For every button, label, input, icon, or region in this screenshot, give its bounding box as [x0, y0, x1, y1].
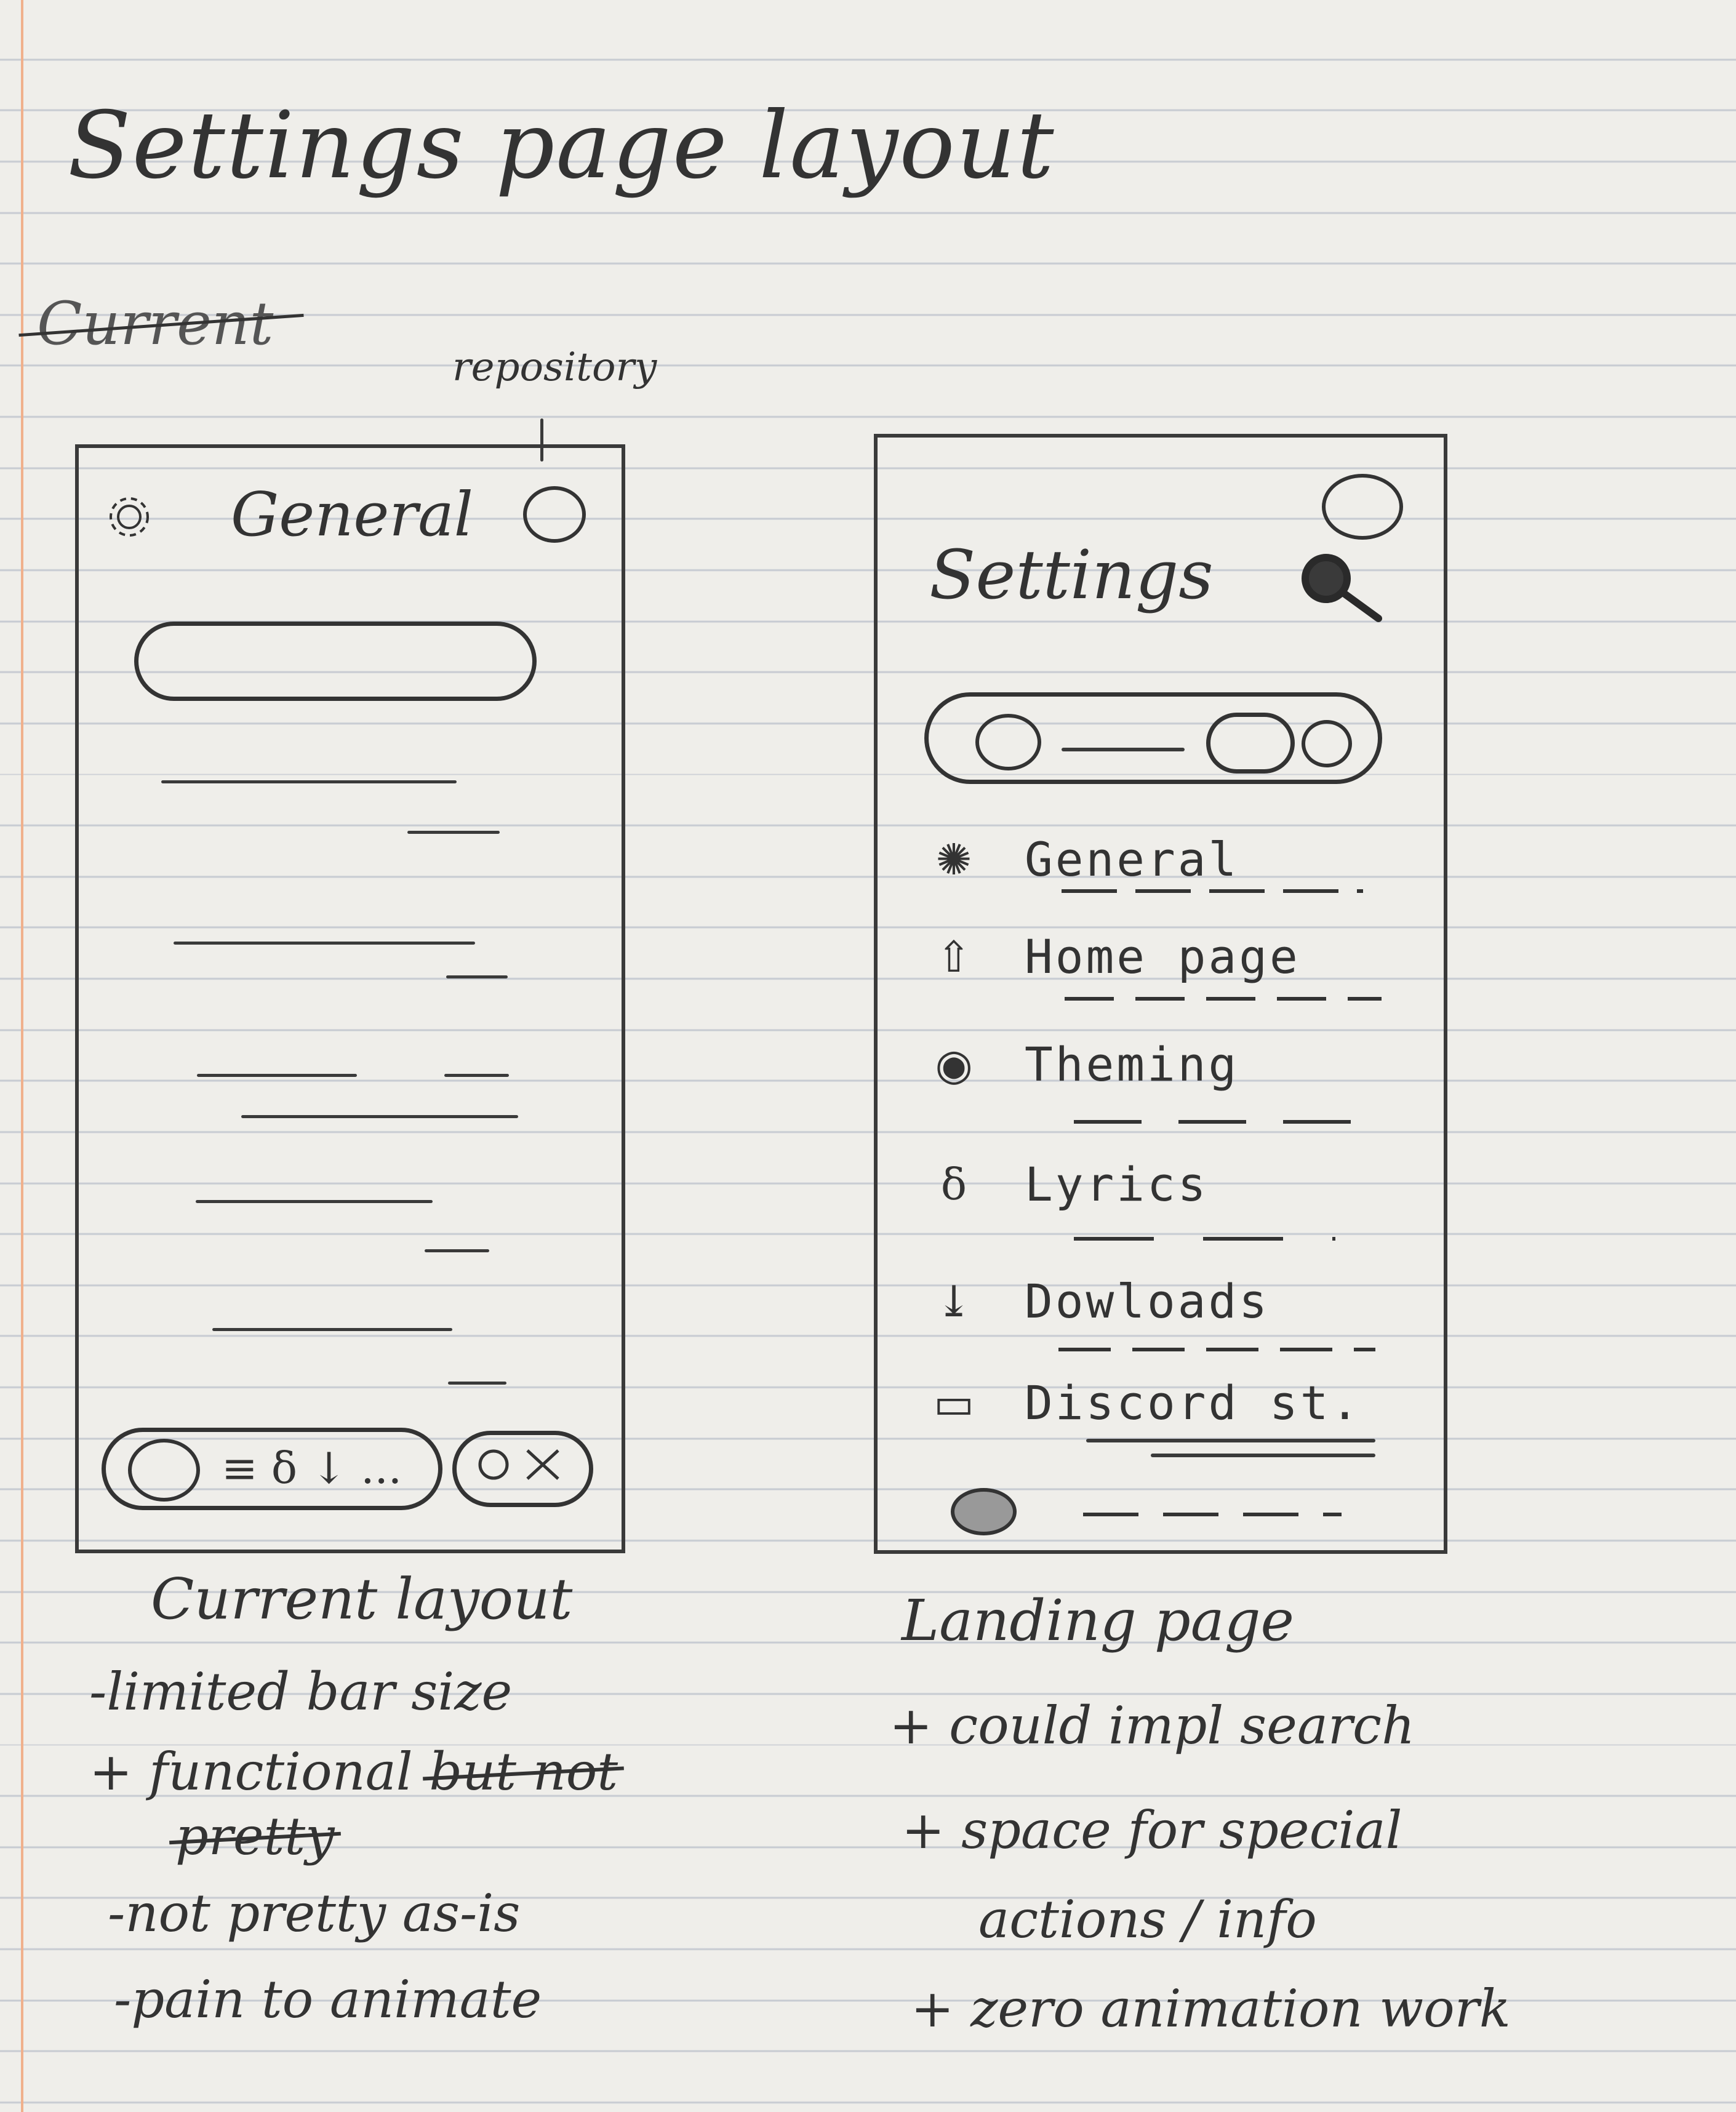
palette-icon: ◉ [935, 1039, 973, 1090]
setting-value-line [448, 1382, 506, 1385]
quick-action-icon [1302, 720, 1352, 767]
discord-icon: ▭ [933, 1377, 975, 1428]
quick-action-toggle [1206, 713, 1295, 774]
struck-heading: Current [37, 289, 274, 358]
left-note-2: + functional but not [89, 1742, 618, 1802]
menu-item-general[interactable]: ✺ General [926, 832, 1239, 887]
menu-label: Dowloads [1025, 1274, 1270, 1329]
menu-label: Theming [1025, 1037, 1239, 1092]
setting-value-line [446, 975, 508, 978]
dashes [1074, 1120, 1385, 1124]
quick-action-line [1062, 748, 1185, 751]
left-note-2-text: + functional [89, 1742, 413, 1802]
gear-icon [95, 492, 163, 542]
setting-value-line [444, 1074, 509, 1077]
margin-line [21, 0, 23, 2112]
left-note-struck: pretty [175, 1806, 335, 1866]
repository-annotation: repository [452, 345, 657, 390]
left-caption: Current layout [151, 1566, 573, 1632]
menu-label: Home page [1025, 929, 1300, 984]
settings-heading: Settings [929, 535, 1214, 614]
quick-action-icon [975, 714, 1041, 770]
discord-underline [1086, 1439, 1375, 1442]
right-note-2: + space for special [902, 1800, 1402, 1860]
setting-value-line [425, 1249, 489, 1252]
left-note-struck-line: pretty [175, 1806, 335, 1866]
right-note-4: + zero animation work [911, 1978, 1511, 2039]
right-caption: Landing page [902, 1588, 1294, 1654]
dashes [1058, 1348, 1375, 1351]
gear-icon: ✺ [935, 834, 972, 885]
current-layout-mockup [75, 444, 625, 1553]
dashes [1083, 1513, 1342, 1516]
menu-item-theming[interactable]: ◉ Theming [926, 1037, 1239, 1092]
left-note-4: -pain to animate [114, 1969, 542, 2030]
left-note-3: -not pretty as-is [108, 1883, 521, 1943]
menu-item-discord[interactable]: ▭ Discord st. [926, 1375, 1361, 1430]
discord-underline [1151, 1454, 1375, 1457]
misc-icon [951, 1488, 1017, 1535]
page-title: Settings page layout [68, 92, 1055, 199]
download-icon: ⤓ [935, 1276, 972, 1327]
setting-line [197, 1074, 357, 1077]
setting-line [196, 1200, 433, 1203]
repository-icon [1322, 474, 1403, 540]
settings-nav-icon [128, 1439, 200, 1502]
left-search-pill [134, 622, 537, 701]
left-note-2-struck: but not [429, 1742, 618, 1802]
dashes [1062, 889, 1363, 893]
setting-line [161, 780, 457, 783]
music-note-icon: δ [940, 1159, 967, 1210]
setting-value-line [407, 831, 500, 834]
repository-icon [523, 486, 586, 543]
setting-line [212, 1328, 452, 1331]
left-header-label: General [231, 480, 474, 550]
menu-label: Lyrics [1025, 1157, 1209, 1212]
search-icon [1292, 551, 1391, 625]
dashes [1074, 1237, 1335, 1241]
menu-label: Discord st. [1025, 1375, 1362, 1430]
menu-item-downloads[interactable]: ⤓ Dowloads [926, 1274, 1270, 1329]
bottom-bar-icons: ≡ δ ↓ ... [222, 1443, 402, 1494]
dashes [1065, 997, 1382, 1001]
home-icon: ⇧ [935, 931, 972, 982]
close-icon [475, 1443, 567, 1486]
setting-line [174, 942, 475, 945]
menu-item-home-page[interactable]: ⇧ Home page [926, 929, 1300, 984]
left-note-1: -limited bar size [89, 1662, 513, 1722]
menu-label: General [1025, 832, 1239, 887]
right-note-1: + could impl search [889, 1695, 1415, 1756]
menu-item-lyrics[interactable]: δ Lyrics [926, 1157, 1209, 1212]
right-note-3: actions / info [978, 1889, 1317, 1950]
setting-line [241, 1115, 518, 1118]
